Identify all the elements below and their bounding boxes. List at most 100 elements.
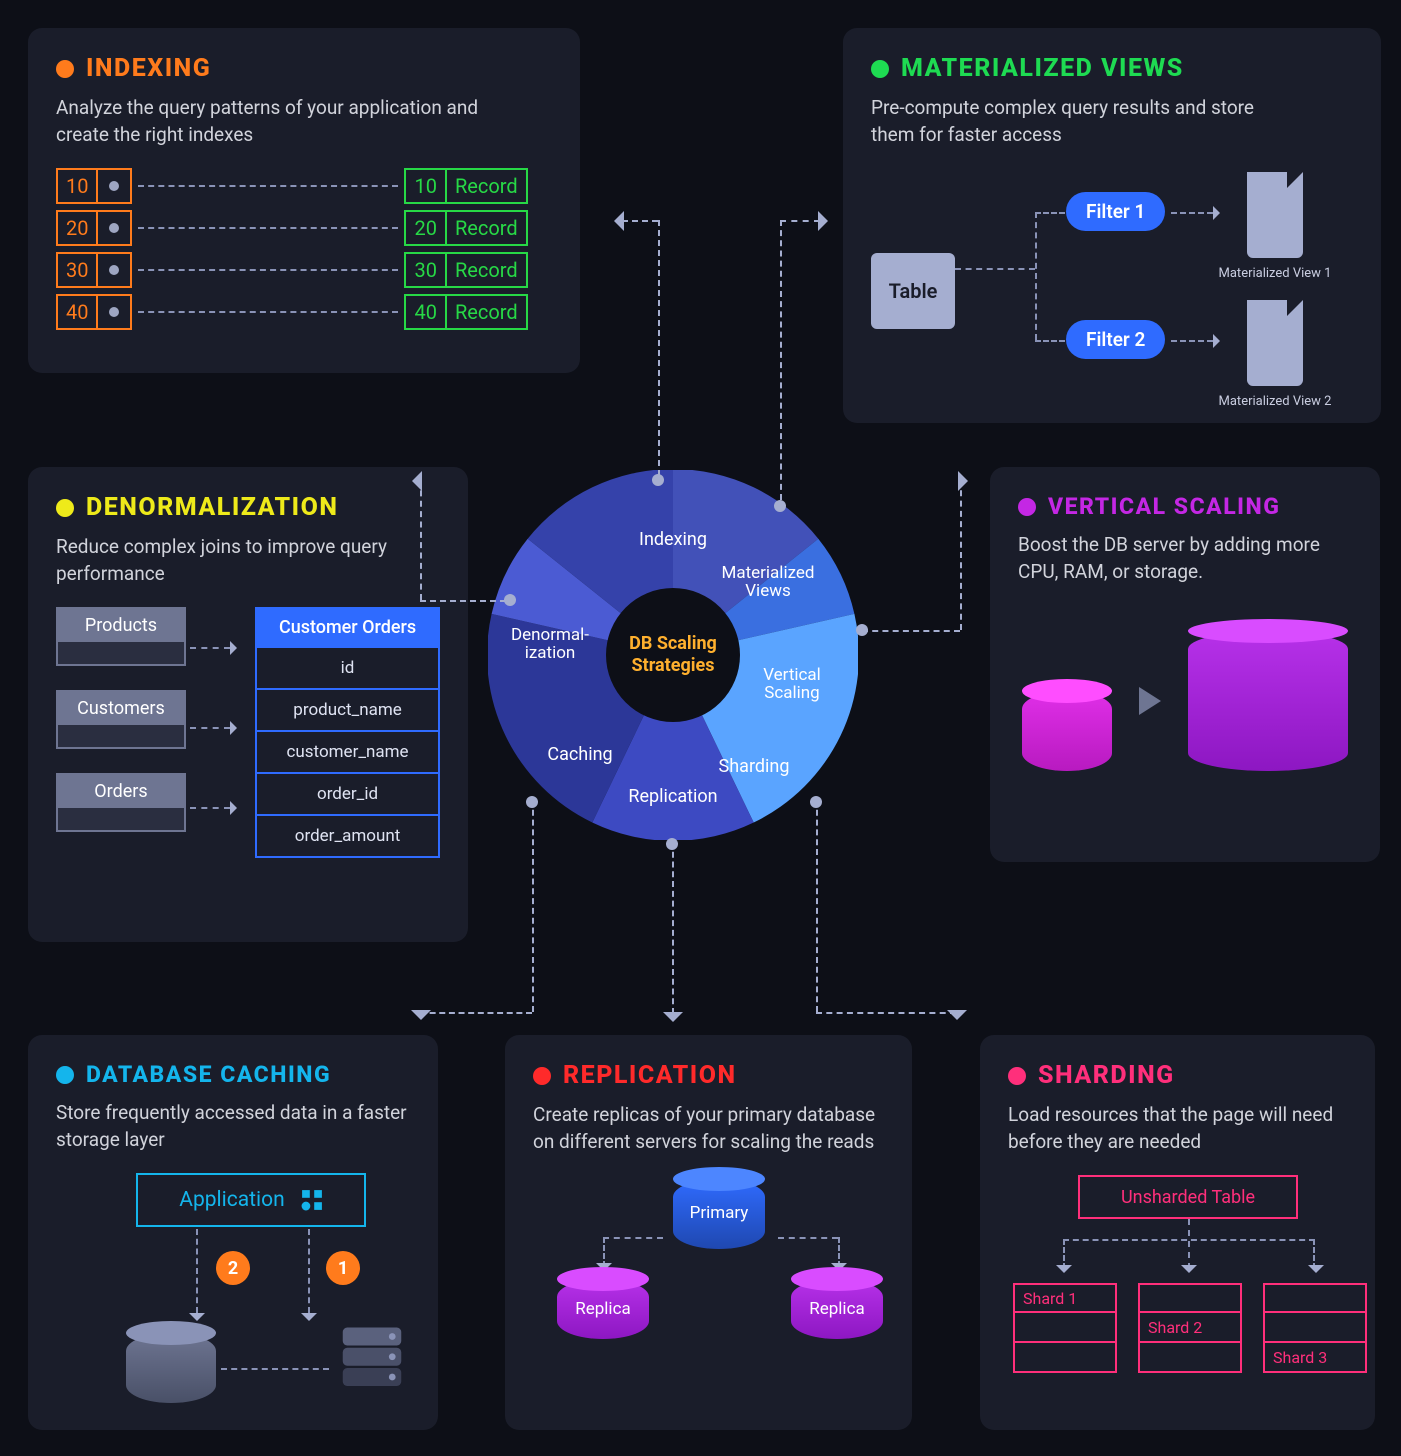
denorm-diagram: Products Customers Orders Customer Order… xyxy=(56,607,440,858)
card-title: VERTICAL SCALING xyxy=(1048,493,1280,520)
shard-row xyxy=(1138,1343,1242,1373)
wheel-seg: Indexing xyxy=(639,529,707,550)
record-key: 40 xyxy=(404,294,446,330)
arrowhead-down-icon xyxy=(1308,1265,1324,1281)
replication-diagram: Primary Replica Replica xyxy=(533,1175,884,1345)
card-title: DATABASE CACHING xyxy=(86,1061,331,1088)
table-row: id xyxy=(257,646,438,688)
record-label: Record xyxy=(447,210,528,246)
wheel-center: DB Scaling Strategies xyxy=(606,588,740,722)
dashed-connector xyxy=(190,647,230,649)
arrowhead-down-icon xyxy=(1181,1265,1197,1281)
pointer-icon xyxy=(98,252,132,288)
shard-row xyxy=(1013,1313,1117,1343)
card-title: DENORMALIZATION xyxy=(86,493,338,522)
bullet-icon xyxy=(871,60,889,78)
matv-diagram: Table Filter 1 Filter 2 Materialized Vie… xyxy=(871,168,1353,388)
table-row: order_amount xyxy=(257,814,438,856)
shard-cluster: Shard 1 xyxy=(1013,1283,1117,1373)
database-icon xyxy=(126,1333,216,1403)
pointer-icon xyxy=(98,168,132,204)
dashed-connector xyxy=(138,185,398,187)
dashed-connector xyxy=(955,268,1035,270)
application-box: Application xyxy=(136,1173,366,1227)
arrowhead-icon xyxy=(1213,206,1227,220)
card-desc: Boost the DB server by adding more CPU, … xyxy=(1018,532,1352,585)
app-icon xyxy=(301,1189,323,1211)
record-key: 30 xyxy=(404,252,446,288)
arrow-right-icon xyxy=(1139,687,1161,715)
vscale-diagram xyxy=(1018,631,1352,771)
bullet-icon xyxy=(56,1066,74,1084)
record-label: Record xyxy=(447,252,528,288)
card-materialized-views: MATERIALIZED VIEWS Pre-compute complex q… xyxy=(843,28,1381,423)
replica-label: Replica xyxy=(558,1299,648,1319)
shard-row xyxy=(1013,1343,1117,1373)
dashed-connector xyxy=(190,727,230,729)
dashed-connector xyxy=(1035,340,1065,342)
pointer-icon xyxy=(98,294,132,330)
source-table: Customers xyxy=(56,690,186,749)
small-db-icon xyxy=(1022,691,1112,771)
dashed-connector xyxy=(221,1368,329,1370)
arrowhead-icon xyxy=(230,641,244,655)
index-key: 30 xyxy=(56,252,98,288)
card-indexing: INDEXING Analyze the query patterns of y… xyxy=(28,28,580,373)
card-title: MATERIALIZED VIEWS xyxy=(901,54,1184,83)
source-table: Orders xyxy=(56,773,186,832)
primary-label: Primary xyxy=(674,1203,764,1223)
card-desc: Reduce complex joins to improve query pe… xyxy=(56,534,440,587)
index-key: 20 xyxy=(56,210,98,246)
source-table: Table xyxy=(871,253,955,329)
bullet-icon xyxy=(56,499,74,517)
card-desc: Analyze the query patterns of your appli… xyxy=(56,95,486,148)
shard-cluster: Shard 3 xyxy=(1263,1283,1367,1373)
large-db-icon xyxy=(1188,631,1348,771)
step-badge: 2 xyxy=(216,1251,250,1285)
dashed-connector xyxy=(1171,212,1213,214)
record-key: 20 xyxy=(404,210,446,246)
shard-cluster: Shard 2 xyxy=(1138,1283,1242,1373)
card-vertical-scaling: VERTICAL SCALING Boost the DB server by … xyxy=(990,467,1380,862)
card-title: REPLICATION xyxy=(563,1061,737,1090)
source-table: Products xyxy=(56,607,186,666)
record-label: Record xyxy=(447,168,528,204)
card-title: SHARDING xyxy=(1038,1061,1175,1090)
table-header: Orders xyxy=(58,775,184,808)
card-title: INDEXING xyxy=(86,54,211,83)
filter-pill: Filter 2 xyxy=(1066,320,1165,359)
dashed-connector xyxy=(308,1229,310,1313)
table-header: Customer Orders xyxy=(257,609,438,646)
card-desc: Load resources that the page will need b… xyxy=(1008,1102,1347,1155)
arrowhead-down-icon xyxy=(1056,1265,1072,1281)
arrowhead-icon xyxy=(230,801,244,815)
unsharded-table-box: Unsharded Table xyxy=(1078,1175,1298,1219)
index-key: 10 xyxy=(56,168,98,204)
cache-stack-icon xyxy=(336,1323,408,1395)
strategy-wheel: Indexing MaterializedViews VerticalScali… xyxy=(488,470,858,840)
arrowhead-down-icon xyxy=(301,1313,317,1329)
step-badge: 1 xyxy=(326,1251,360,1285)
bullet-icon xyxy=(533,1067,551,1085)
indexing-diagram: 10 10Record 20 20Record 30 30Record 40 4… xyxy=(56,168,552,330)
dashed-connector xyxy=(138,227,398,229)
dashed-connector xyxy=(1188,1219,1190,1269)
dashed-connector xyxy=(1171,340,1213,342)
dashed-connector xyxy=(603,1237,663,1239)
sharding-diagram: Unsharded Table Shard 1 Shard 2 Shard 3 xyxy=(1008,1175,1347,1375)
mv2-caption: Materialized View 2 xyxy=(1205,394,1345,409)
card-desc: Create replicas of your primary database… xyxy=(533,1102,884,1155)
dashed-connector xyxy=(1035,212,1037,340)
dashed-connector xyxy=(190,807,230,809)
table-row: customer_name xyxy=(257,730,438,772)
arrowhead-icon xyxy=(1213,334,1227,348)
record-label: Record xyxy=(447,294,528,330)
dashed-connector xyxy=(196,1229,198,1313)
shard-row xyxy=(1263,1283,1367,1313)
card-database-caching: DATABASE CACHING Store frequently access… xyxy=(28,1035,438,1430)
target-table: Customer Orders id product_name customer… xyxy=(255,607,440,858)
wheel-seg: Sharding xyxy=(719,756,790,777)
dashed-connector xyxy=(778,1237,838,1239)
dashed-connector xyxy=(138,269,398,271)
table-row: order_id xyxy=(257,772,438,814)
